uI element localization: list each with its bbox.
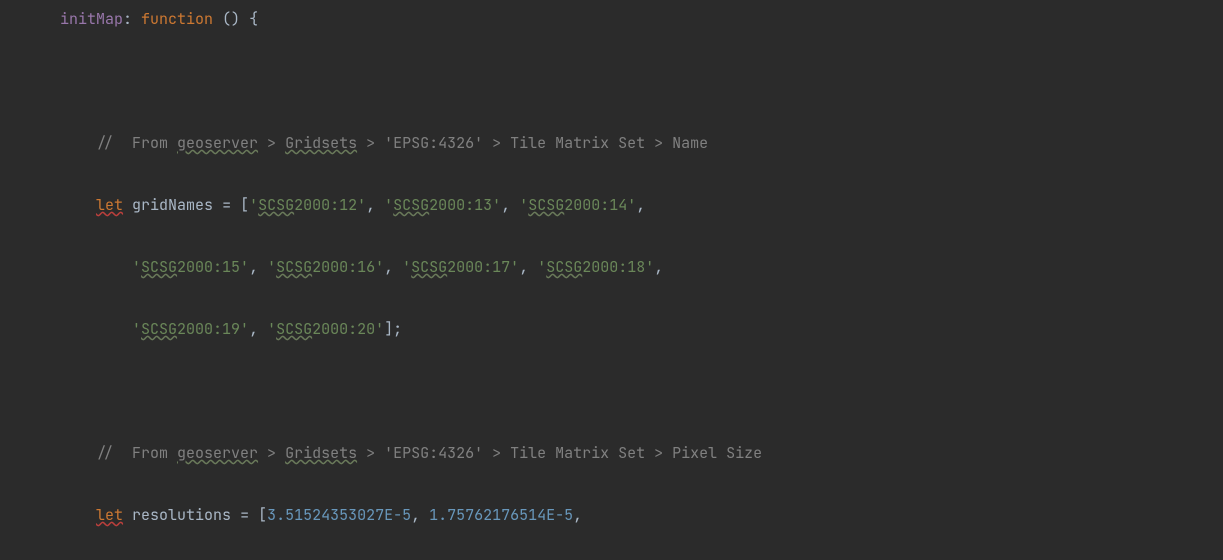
method-name: initMap bbox=[60, 9, 123, 29]
code-line[interactable] bbox=[0, 66, 1223, 97]
code-line[interactable]: initMap: function () { bbox=[0, 4, 1223, 35]
keyword-let: let bbox=[96, 505, 123, 525]
identifier: gridNames bbox=[132, 195, 213, 215]
code-line[interactable]: // From geoserver > Gridsets > 'EPSG:432… bbox=[0, 438, 1223, 469]
code-line[interactable]: 'SCSG2000:19', 'SCSG2000:20']; bbox=[0, 314, 1223, 345]
keyword-function: function bbox=[141, 9, 213, 29]
code-line[interactable]: let gridNames = ['SCSG2000:12', 'SCSG200… bbox=[0, 190, 1223, 221]
code-line[interactable]: // From geoserver > Gridsets > 'EPSG:432… bbox=[0, 128, 1223, 159]
identifier: resolutions bbox=[132, 505, 231, 525]
code-line[interactable]: 'SCSG2000:15', 'SCSG2000:16', 'SCSG2000:… bbox=[0, 252, 1223, 283]
comment: // From geoserver > Gridsets > 'EPSG:432… bbox=[96, 443, 762, 463]
keyword-let: let bbox=[96, 195, 123, 215]
code-editor[interactable]: initMap: function () { // From geoserver… bbox=[0, 0, 1223, 560]
comment: // From geoserver > Gridsets > 'EPSG:432… bbox=[96, 133, 708, 153]
code-line[interactable] bbox=[0, 376, 1223, 407]
code-line[interactable]: let resolutions = [3.51524353027E-5, 1.7… bbox=[0, 500, 1223, 531]
